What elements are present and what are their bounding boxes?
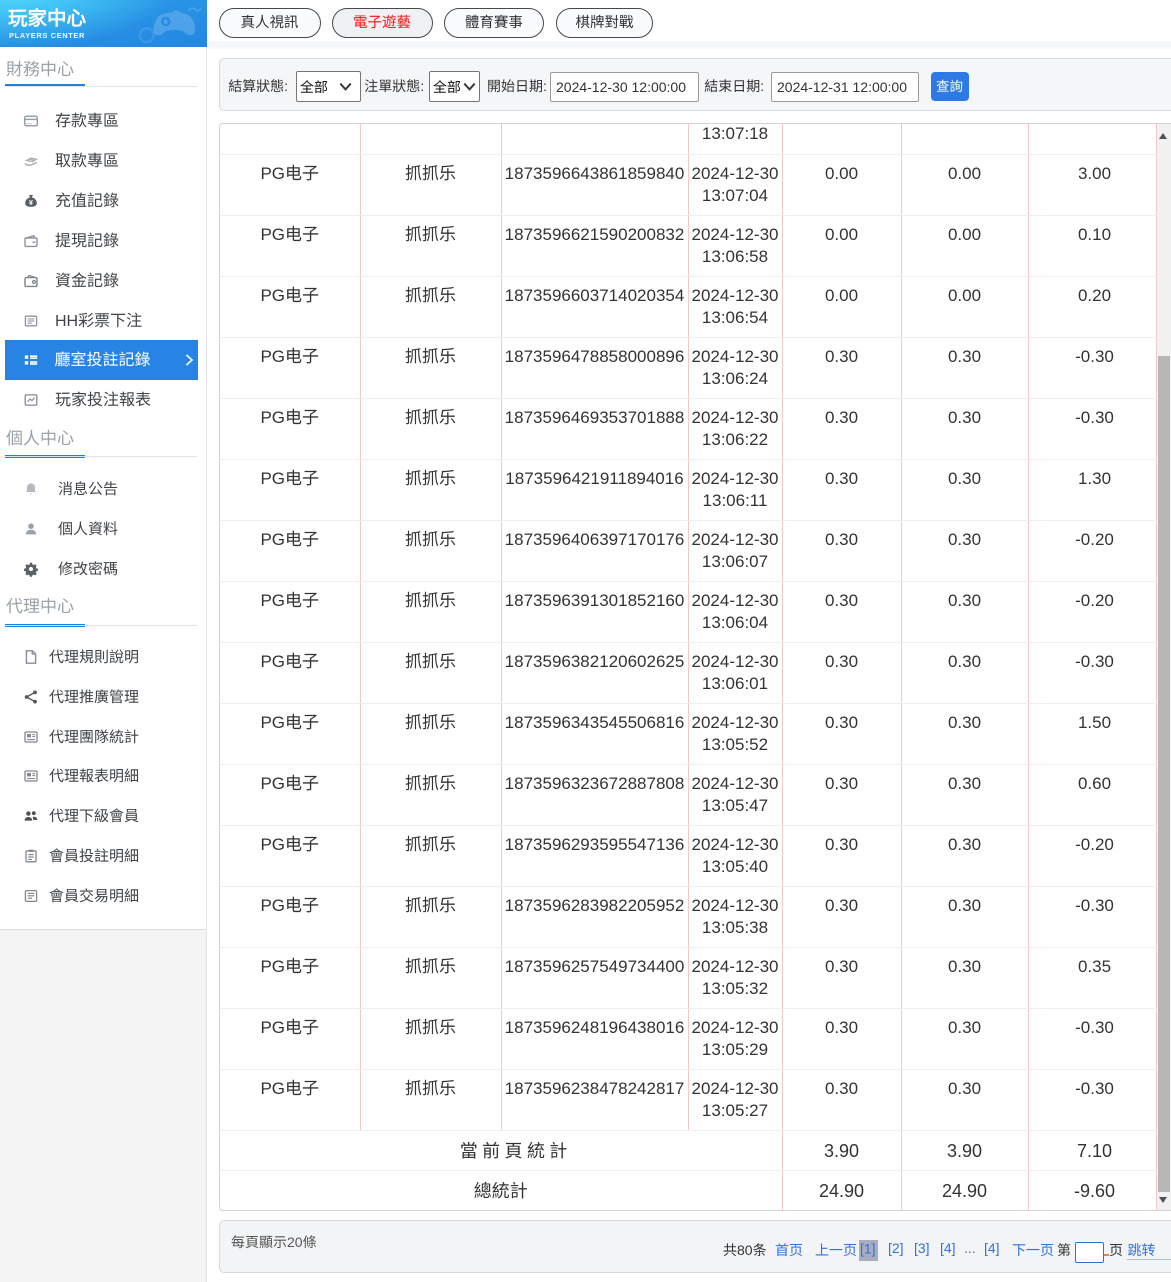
svg-text:¥: ¥ <box>29 199 33 206</box>
